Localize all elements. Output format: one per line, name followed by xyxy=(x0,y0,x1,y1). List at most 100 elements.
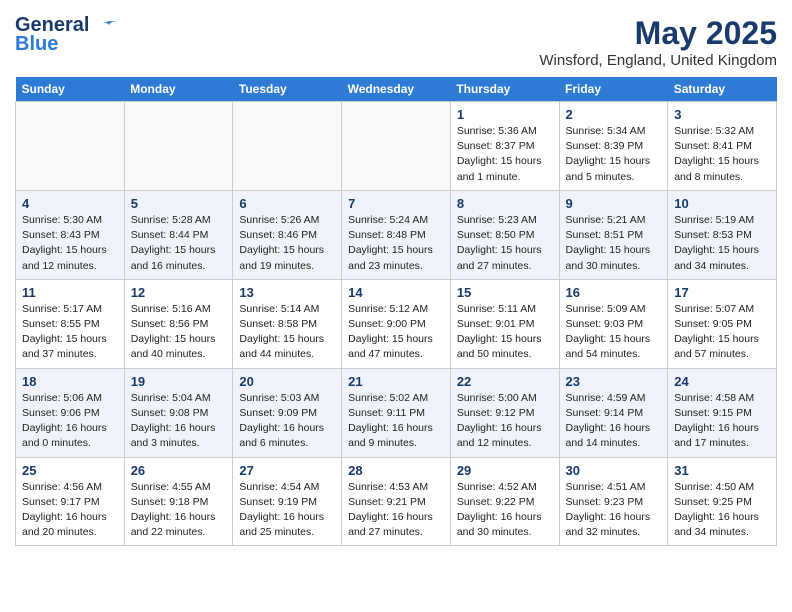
calendar-day: 25 Sunrise: 4:56 AM Sunset: 9:17 PM Dayli… xyxy=(16,457,125,546)
calendar-day: 16 Sunrise: 5:09 AM Sunset: 9:03 PM Dayli… xyxy=(559,279,668,368)
day-number: 3 xyxy=(674,107,770,122)
day-info: Sunrise: 5:00 AM Sunset: 9:12 PM Dayligh… xyxy=(457,391,553,452)
calendar-day: 13 Sunrise: 5:14 AM Sunset: 8:58 PM Dayli… xyxy=(233,279,342,368)
calendar-week-3: 11 Sunrise: 5:17 AM Sunset: 8:55 PM Dayli… xyxy=(16,279,777,368)
col-header-friday: Friday xyxy=(559,77,668,102)
calendar-day: 22 Sunrise: 5:00 AM Sunset: 9:12 PM Dayli… xyxy=(450,368,559,457)
calendar-day: 7 Sunrise: 5:24 AM Sunset: 8:48 PM Daylig… xyxy=(342,190,451,279)
logo: General Blue xyxy=(15,15,121,56)
main-title: May 2025 xyxy=(539,15,777,52)
calendar-day: 20 Sunrise: 5:03 AM Sunset: 9:09 PM Dayli… xyxy=(233,368,342,457)
day-number: 25 xyxy=(22,463,118,478)
day-info: Sunrise: 4:53 AM Sunset: 9:21 PM Dayligh… xyxy=(348,480,444,541)
calendar-day: 26 Sunrise: 4:55 AM Sunset: 9:18 PM Dayli… xyxy=(124,457,233,546)
day-info: Sunrise: 4:59 AM Sunset: 9:14 PM Dayligh… xyxy=(566,391,662,452)
day-info: Sunrise: 4:55 AM Sunset: 9:18 PM Dayligh… xyxy=(131,480,227,541)
calendar-day xyxy=(16,102,125,191)
day-number: 6 xyxy=(239,196,335,211)
day-info: Sunrise: 5:16 AM Sunset: 8:56 PM Dayligh… xyxy=(131,302,227,363)
calendar-day xyxy=(342,102,451,191)
day-number: 21 xyxy=(348,374,444,389)
day-info: Sunrise: 5:36 AM Sunset: 8:37 PM Dayligh… xyxy=(457,124,553,185)
calendar-day: 3Sunrise: 5:32 AM Sunset: 8:41 PM Daylig… xyxy=(668,102,777,191)
calendar-day: 28 Sunrise: 4:53 AM Sunset: 9:21 PM Dayli… xyxy=(342,457,451,546)
day-info: Sunrise: 5:17 AM Sunset: 8:55 PM Dayligh… xyxy=(22,302,118,363)
col-header-saturday: Saturday xyxy=(668,77,777,102)
day-info: Sunrise: 5:30 AM Sunset: 8:43 PM Dayligh… xyxy=(22,213,118,274)
title-block: May 2025 Winsford, England, United Kingd… xyxy=(539,15,777,69)
day-number: 28 xyxy=(348,463,444,478)
calendar-day: 24Sunrise: 4:58 AM Sunset: 9:15 PM Dayli… xyxy=(668,368,777,457)
day-number: 29 xyxy=(457,463,553,478)
day-number: 30 xyxy=(566,463,662,478)
calendar-day: 31 Sunrise: 4:50 AM Sunset: 9:25 PM Dayli… xyxy=(668,457,777,546)
day-number: 13 xyxy=(239,285,335,300)
day-number: 7 xyxy=(348,196,444,211)
day-info: Sunrise: 5:12 AM Sunset: 9:00 PM Dayligh… xyxy=(348,302,444,363)
calendar-day: 12 Sunrise: 5:16 AM Sunset: 8:56 PM Dayli… xyxy=(124,279,233,368)
day-info: Sunrise: 5:03 AM Sunset: 9:09 PM Dayligh… xyxy=(239,391,335,452)
day-number: 17 xyxy=(674,285,770,300)
day-number: 18 xyxy=(22,374,118,389)
day-info: Sunrise: 4:52 AM Sunset: 9:22 PM Dayligh… xyxy=(457,480,553,541)
day-number: 2 xyxy=(566,107,662,122)
day-number: 16 xyxy=(566,285,662,300)
logo-bird-icon xyxy=(91,15,121,35)
day-number: 9 xyxy=(566,196,662,211)
day-info: Sunrise: 5:24 AM Sunset: 8:48 PM Dayligh… xyxy=(348,213,444,274)
calendar-week-4: 18Sunrise: 5:06 AM Sunset: 9:06 PM Dayli… xyxy=(16,368,777,457)
col-header-monday: Monday xyxy=(124,77,233,102)
calendar-day: 23 Sunrise: 4:59 AM Sunset: 9:14 PM Dayli… xyxy=(559,368,668,457)
calendar-day: 29 Sunrise: 4:52 AM Sunset: 9:22 PM Dayli… xyxy=(450,457,559,546)
day-number: 5 xyxy=(131,196,227,211)
day-number: 27 xyxy=(239,463,335,478)
calendar-day: 2 Sunrise: 5:34 AM Sunset: 8:39 PM Daylig… xyxy=(559,102,668,191)
day-number: 12 xyxy=(131,285,227,300)
calendar-day xyxy=(124,102,233,191)
day-info: Sunrise: 4:50 AM Sunset: 9:25 PM Dayligh… xyxy=(674,480,770,541)
calendar-day: 27 Sunrise: 4:54 AM Sunset: 9:19 PM Dayli… xyxy=(233,457,342,546)
day-number: 22 xyxy=(457,374,553,389)
calendar-day: 18Sunrise: 5:06 AM Sunset: 9:06 PM Dayli… xyxy=(16,368,125,457)
day-info: Sunrise: 4:51 AM Sunset: 9:23 PM Dayligh… xyxy=(566,480,662,541)
calendar-day: 15Sunrise: 5:11 AM Sunset: 9:01 PM Dayli… xyxy=(450,279,559,368)
day-number: 31 xyxy=(674,463,770,478)
calendar-day: 1 Sunrise: 5:36 AM Sunset: 8:37 PM Daylig… xyxy=(450,102,559,191)
calendar-day: 17 Sunrise: 5:07 AM Sunset: 9:05 PM Dayli… xyxy=(668,279,777,368)
calendar-day: 11 Sunrise: 5:17 AM Sunset: 8:55 PM Dayli… xyxy=(16,279,125,368)
day-info: Sunrise: 5:34 AM Sunset: 8:39 PM Dayligh… xyxy=(566,124,662,185)
day-number: 10 xyxy=(674,196,770,211)
day-number: 11 xyxy=(22,285,118,300)
page-header: General Blue May 2025 Winsford, England,… xyxy=(15,15,777,69)
calendar-day: 14Sunrise: 5:12 AM Sunset: 9:00 PM Dayli… xyxy=(342,279,451,368)
day-info: Sunrise: 4:54 AM Sunset: 9:19 PM Dayligh… xyxy=(239,480,335,541)
day-info: Sunrise: 5:07 AM Sunset: 9:05 PM Dayligh… xyxy=(674,302,770,363)
day-info: Sunrise: 5:14 AM Sunset: 8:58 PM Dayligh… xyxy=(239,302,335,363)
subtitle: Winsford, England, United Kingdom xyxy=(539,52,777,69)
day-info: Sunrise: 5:09 AM Sunset: 9:03 PM Dayligh… xyxy=(566,302,662,363)
calendar-day: 19 Sunrise: 5:04 AM Sunset: 9:08 PM Dayli… xyxy=(124,368,233,457)
calendar-day: 5 Sunrise: 5:28 AM Sunset: 8:44 PM Daylig… xyxy=(124,190,233,279)
calendar-week-5: 25 Sunrise: 4:56 AM Sunset: 9:17 PM Dayli… xyxy=(16,457,777,546)
col-header-wednesday: Wednesday xyxy=(342,77,451,102)
day-info: Sunrise: 5:21 AM Sunset: 8:51 PM Dayligh… xyxy=(566,213,662,274)
calendar-day: 9 Sunrise: 5:21 AM Sunset: 8:51 PM Daylig… xyxy=(559,190,668,279)
day-info: Sunrise: 4:56 AM Sunset: 9:17 PM Dayligh… xyxy=(22,480,118,541)
day-info: Sunrise: 5:04 AM Sunset: 9:08 PM Dayligh… xyxy=(131,391,227,452)
day-info: Sunrise: 5:11 AM Sunset: 9:01 PM Dayligh… xyxy=(457,302,553,363)
calendar-day: 8Sunrise: 5:23 AM Sunset: 8:50 PM Daylig… xyxy=(450,190,559,279)
day-number: 19 xyxy=(131,374,227,389)
day-info: Sunrise: 5:19 AM Sunset: 8:53 PM Dayligh… xyxy=(674,213,770,274)
day-number: 4 xyxy=(22,196,118,211)
calendar-table: SundayMondayTuesdayWednesdayThursdayFrid… xyxy=(15,77,777,546)
day-info: Sunrise: 5:28 AM Sunset: 8:44 PM Dayligh… xyxy=(131,213,227,274)
day-number: 1 xyxy=(457,107,553,122)
day-number: 26 xyxy=(131,463,227,478)
day-number: 23 xyxy=(566,374,662,389)
calendar-day: 4 Sunrise: 5:30 AM Sunset: 8:43 PM Daylig… xyxy=(16,190,125,279)
col-header-tuesday: Tuesday xyxy=(233,77,342,102)
col-header-thursday: Thursday xyxy=(450,77,559,102)
day-info: Sunrise: 5:23 AM Sunset: 8:50 PM Dayligh… xyxy=(457,213,553,274)
calendar-day xyxy=(233,102,342,191)
day-number: 20 xyxy=(239,374,335,389)
